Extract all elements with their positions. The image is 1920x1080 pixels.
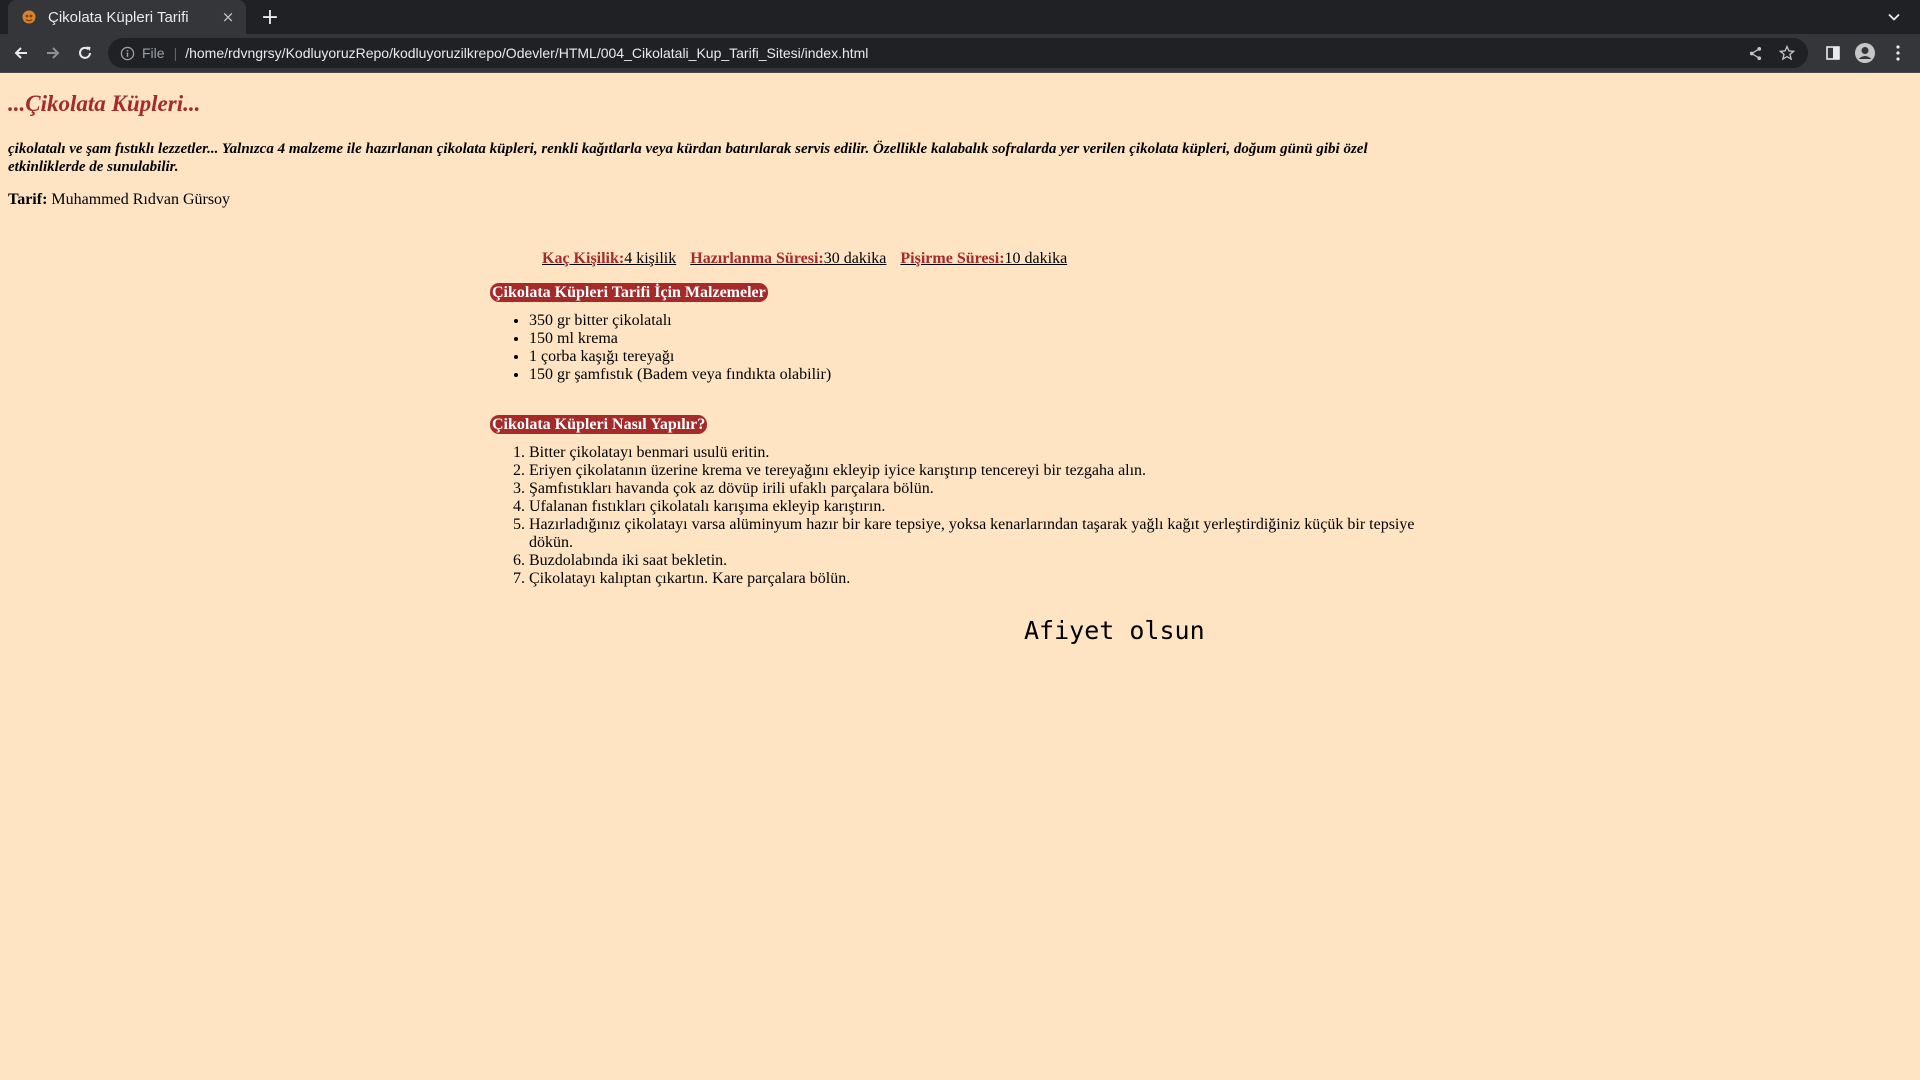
tab-title: Çikolata Küpleri Tarifi: [48, 8, 189, 26]
prep-time-link[interactable]: Hazırlanma Süresi:30 dakika: [690, 250, 886, 267]
steps-heading: Çikolata Küpleri Nasıl Yapılır?: [490, 415, 708, 434]
servings-value: 4 kişilik: [624, 250, 677, 267]
author-label: Tarif:: [8, 191, 48, 208]
list-item: Eriyen çikolatanın üzerine krema ve tere…: [529, 462, 1429, 480]
servings-link[interactable]: Kaç Kişilik:4 kişilik: [542, 250, 676, 267]
ingredients-list: 350 gr bitter çikolatalı 150 ml krema 1 …: [490, 312, 831, 384]
list-item: 150 ml krema: [529, 330, 831, 348]
list-item: Şamfıstıkları havanda çok az dövüp irili…: [529, 480, 1429, 498]
url-separator: |: [173, 45, 178, 61]
prep-value: 30 dakika: [823, 250, 887, 267]
scheme-label: File: [142, 45, 165, 61]
close-icon[interactable]: ×: [218, 7, 238, 27]
recipe-content: Kaç Kişilik:4 kişilik Hazırlanma Süresi:…: [490, 250, 1430, 587]
list-item: 150 gr şamfıstık (Badem veya fındıkta ol…: [529, 366, 831, 384]
side-panel-icon[interactable]: [1821, 41, 1845, 65]
page-content: ...Çikolata Küpleri... çikolatalı ve şam…: [0, 73, 1920, 1080]
cook-time-link[interactable]: Pişirme Süresi:10 dakika: [900, 250, 1067, 267]
back-icon[interactable]: [9, 41, 33, 65]
browser-toolbar: File | /home/rdvngrsy/KodluyoruzRepo/kod…: [0, 34, 1920, 73]
recipe-info-row: Kaç Kişilik:4 kişilik Hazırlanma Süresi:…: [542, 250, 1430, 268]
browser-tab[interactable]: Çikolata Küpleri Tarifi ×: [8, 0, 246, 34]
share-icon[interactable]: [1744, 42, 1766, 64]
ingredients-heading: Çikolata Küpleri Tarifi İçin Malzemeler: [490, 283, 768, 302]
profile-icon[interactable]: [1853, 41, 1877, 65]
author-name: Muhammed Rıdvan Gürsoy: [47, 191, 231, 208]
servings-label: Kaç Kişilik:: [542, 250, 625, 267]
list-item: Buzdolabında iki saat bekletin.: [529, 552, 1429, 570]
list-item: Ufalanan fıstıkları çikolatalı karışıma …: [529, 498, 1429, 516]
page-title: ...Çikolata Küpleri...: [8, 91, 201, 116]
list-item: 1 çorba kaşığı tereyağı: [529, 348, 831, 366]
cook-label: Pişirme Süresi:: [900, 250, 1005, 267]
list-item: Çikolatayı kalıptan çıkartın. Kare parça…: [529, 570, 1429, 588]
list-item: Hazırladığınız çikolatayı varsa alüminyu…: [529, 516, 1429, 552]
steps-list: Bitter çikolatayı benmari usulü eritin. …: [490, 444, 1429, 588]
intro-text: çikolatalı ve şam fıstıklı lezzetler... …: [8, 141, 1368, 175]
address-bar[interactable]: File | /home/rdvngrsy/KodluyoruzRepo/kod…: [108, 38, 1808, 68]
author-line: Tarif: Muhammed Rıdvan Gürsoy: [8, 191, 230, 209]
new-tab-button[interactable]: +: [258, 5, 282, 30]
url-text[interactable]: /home/rdvngrsy/KodluyoruzRepo/kodluyoruz…: [185, 45, 868, 61]
forward-icon[interactable]: [41, 41, 65, 65]
info-icon[interactable]: [118, 44, 136, 62]
chevron-down-icon[interactable]: [1884, 7, 1904, 27]
star-icon[interactable]: [1776, 42, 1798, 64]
favicon-icon: [20, 8, 38, 26]
browser-tab-bar: Çikolata Küpleri Tarifi × +: [0, 0, 1920, 34]
list-item: Bitter çikolatayı benmari usulü eritin.: [529, 444, 1429, 462]
reload-icon[interactable]: [73, 41, 97, 65]
prep-label: Hazırlanma Süresi:: [690, 250, 824, 267]
list-item: 350 gr bitter çikolatalı: [529, 312, 831, 330]
cook-value: 10 dakika: [1004, 250, 1068, 267]
menu-icon[interactable]: [1886, 41, 1910, 65]
closing-text: Afiyet olsun: [1024, 616, 1205, 645]
